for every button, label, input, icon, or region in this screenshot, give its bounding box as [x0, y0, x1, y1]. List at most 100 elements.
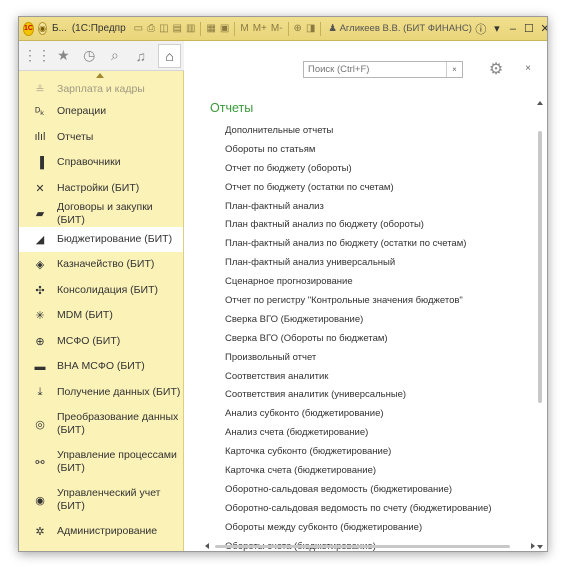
panel-icon[interactable]: ◨	[306, 23, 315, 34]
report-link[interactable]: Анализ субконто (бюджетирование)	[225, 405, 525, 424]
sidebar-item[interactable]: ✳ MDM (БИТ)	[19, 303, 183, 329]
sidebar-item[interactable]: ◎ Преобразование данных (БИТ)	[19, 405, 183, 443]
sidebar-item-label: Казначейство (БИТ)	[57, 258, 155, 271]
home-icon[interactable]: ⌂	[158, 43, 181, 68]
bell-icon[interactable]: ♫	[129, 44, 152, 68]
report-link[interactable]: Соответствия аналитик	[225, 368, 525, 387]
scroll-down-arrow-icon[interactable]	[537, 545, 543, 549]
memory-button[interactable]: M	[240, 23, 248, 34]
sidebar-item-label: Договоры и закупки (БИТ)	[57, 200, 153, 226]
report-link[interactable]: Карточка счета (бюджетирование)	[225, 462, 525, 481]
report-link[interactable]: Соответствия аналитик (универсальные)	[225, 386, 525, 405]
report-link[interactable]: Сценарное прогнозирование	[225, 273, 525, 292]
scroll-up-arrow-icon[interactable]	[537, 101, 543, 105]
copy-icon[interactable]: ▥	[186, 23, 195, 34]
report-link[interactable]: Отчет по бюджету (остатки по счетам)	[225, 179, 525, 198]
admin-gear-icon: ✲	[35, 526, 45, 539]
sidebar-item[interactable]: ⤓ Получение данных (БИТ)	[19, 380, 183, 406]
sidebar-item[interactable]: ⊕ МСФО (БИТ)	[19, 329, 183, 355]
preview-icon[interactable]: ◫	[159, 23, 168, 34]
report-link[interactable]: Сверка ВГО (Бюджетирование)	[225, 311, 525, 330]
sidebar-item-label: Отчеты	[57, 130, 94, 143]
close-panel-button[interactable]: ×	[521, 61, 535, 75]
main-content: × ⚙ × Отчеты Дополнительные отчетыОборот…	[185, 41, 547, 551]
sidebar-item[interactable]: ▐ Справочники	[19, 150, 183, 176]
sidebar-item[interactable]: ◉ Управленческий учет (БИТ)	[19, 481, 183, 519]
divider	[234, 21, 236, 36]
sidebar-item[interactable]: ▬ ВНА МСФО (БИТ)	[19, 354, 183, 380]
process-icon: ⚯	[35, 456, 45, 469]
window-controls: ⓘ ▾ – ☐ ✕	[472, 21, 547, 37]
calculator-icon[interactable]: ▣	[220, 23, 229, 34]
sidebar-item[interactable]: ≗ Зарплата и кадры	[19, 79, 183, 99]
gear-icon[interactable]: ⚙	[485, 59, 507, 79]
search-icon[interactable]: ⌕	[104, 44, 127, 68]
report-link[interactable]: Отчет по бюджету (обороты)	[225, 160, 525, 179]
treasury-icon: ◈	[35, 259, 45, 272]
sidebar-item[interactable]: ▰ Договоры и закупки (БИТ)	[19, 201, 183, 227]
report-link[interactable]: Дополнительные отчеты	[225, 122, 525, 141]
history-icon[interactable]: ◷	[78, 44, 101, 68]
table-icon[interactable]: ▦	[206, 23, 215, 34]
report-link[interactable]: План-фактный анализ	[225, 198, 525, 217]
info-icon[interactable]: ⓘ	[474, 21, 488, 37]
save-icon[interactable]: ▭	[134, 23, 143, 34]
vertical-scrollbar[interactable]	[535, 101, 545, 549]
section-toolbar: ⋮⋮ ★ ◷ ⌕ ♫ ⌂	[19, 41, 184, 71]
title-toolbar: ▭ ⎙ ◫ ▤ ▥ ▦ ▣ M M+ M- ⊕ ◨	[132, 21, 325, 36]
sidebar-item[interactable]: ✣ Консолидация (БИТ)	[19, 278, 183, 304]
hscroll-thumb[interactable]	[215, 545, 510, 548]
sidebar-item[interactable]: ◢ Бюджетирование (БИТ)	[19, 226, 183, 252]
report-link[interactable]: Карточка субконто (бюджетирование)	[225, 443, 525, 462]
star-icon[interactable]: ★	[52, 44, 75, 68]
close-window-button[interactable]: ✕	[538, 22, 547, 35]
app-menu-icon[interactable]: ◉	[37, 22, 47, 35]
search-clear-button[interactable]: ×	[446, 62, 462, 77]
catalogs-icon: ▐	[36, 156, 44, 169]
divider	[320, 21, 322, 36]
maximize-button[interactable]: ☐	[522, 22, 536, 35]
report-link[interactable]: Оборотно-сальдовая ведомость (бюджетиров…	[225, 481, 525, 500]
sidebar-item[interactable]: ılıl Отчеты	[19, 125, 183, 151]
report-link[interactable]: Обороты между субконто (бюджетирование)	[225, 519, 525, 538]
sidebar-item-label: Настройки (БИТ)	[57, 181, 140, 194]
document-icon[interactable]: ▤	[173, 23, 182, 34]
sidebar-item-label: Операции	[57, 105, 107, 118]
report-link[interactable]: Отчет по регистру "Контрольные значения …	[225, 292, 525, 311]
sidebar-item-label: Консолидация (БИТ)	[57, 283, 159, 296]
scroll-up-icon[interactable]	[96, 73, 104, 78]
sidebar-item[interactable]: ᴰₖ Операции	[19, 99, 183, 125]
sidebar-item[interactable]: ✲ Администрирование	[19, 519, 183, 545]
sidebar-item[interactable]: ◈ Казначейство (БИТ)	[19, 252, 183, 278]
folder-icon: ▰	[35, 208, 45, 221]
report-link[interactable]: Сверка ВГО (Обороты по бюджетам)	[225, 330, 525, 349]
search-input[interactable]	[304, 62, 444, 77]
memory-minus-button[interactable]: M-	[271, 23, 283, 34]
window-title-short: Б...	[51, 23, 67, 34]
scroll-right-arrow-icon[interactable]	[531, 543, 535, 549]
sidebar-item[interactable]: ⚯ Управление процессами (БИТ)	[19, 443, 183, 481]
memory-plus-button[interactable]: M+	[253, 23, 267, 34]
zoom-icon[interactable]: ⊕	[294, 23, 302, 34]
sidebar-item[interactable]: ✕ Настройки (БИТ)	[19, 176, 183, 202]
scroll-left-arrow-icon[interactable]	[205, 543, 209, 549]
report-link[interactable]: План фактный анализ по бюджету (обороты)	[225, 216, 525, 235]
salary-icon: ≗	[35, 83, 45, 96]
search-box: ×	[303, 61, 463, 78]
horizontal-scrollbar[interactable]	[205, 541, 535, 551]
transform-icon: ◎	[35, 418, 45, 431]
report-link[interactable]: Оборотно-сальдовая ведомость по счету (б…	[225, 500, 525, 519]
scroll-thumb[interactable]	[538, 131, 542, 403]
report-link[interactable]: Обороты по статьям	[225, 141, 525, 160]
report-link[interactable]: План-фактный анализ по бюджету (остатки …	[225, 235, 525, 254]
print-icon[interactable]: ⎙	[147, 23, 155, 34]
report-link[interactable]: Произвольный отчет	[225, 349, 525, 368]
dropdown-icon[interactable]: ▾	[490, 22, 504, 35]
sidebar-item-label: Справочники	[57, 156, 121, 169]
current-user[interactable]: ♟ Агликеев В.В. (БИТ ФИНАНС)	[328, 23, 472, 34]
minimize-button[interactable]: –	[506, 23, 520, 35]
search-row: × ⚙ ×	[185, 41, 547, 83]
report-link[interactable]: Анализ счета (бюджетирование)	[225, 424, 525, 443]
apps-grid-icon[interactable]: ⋮⋮	[23, 44, 51, 68]
report-link[interactable]: План-фактный анализ универсальный	[225, 254, 525, 273]
